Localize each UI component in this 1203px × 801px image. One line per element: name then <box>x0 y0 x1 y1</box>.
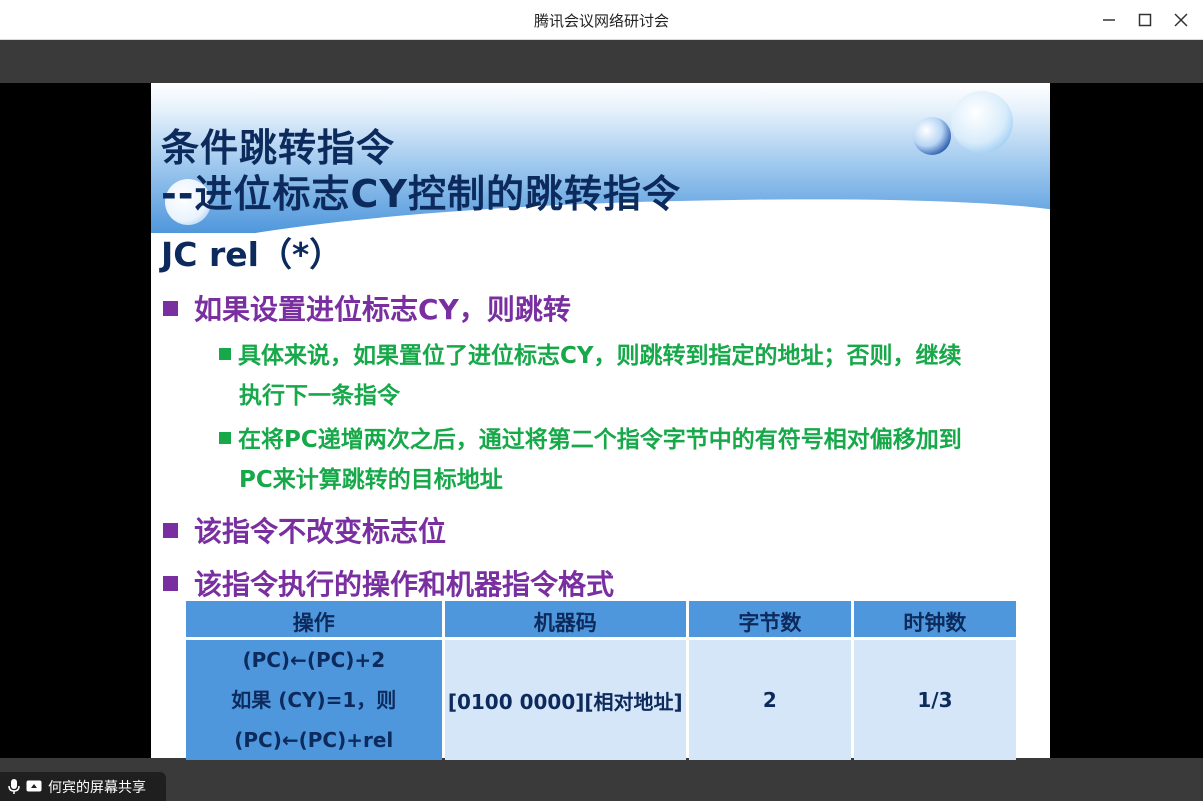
table-row: (PC)←(PC)+2 如果 (CY)=1，则 (PC)←(PC)+rel [0… <box>186 637 1016 760</box>
decor-moon-icon <box>913 117 951 155</box>
bullet-square-icon <box>163 300 178 316</box>
decor-bubble-icon <box>951 91 1013 153</box>
minimize-button[interactable] <box>1092 6 1126 34</box>
table-header: 机器码 <box>444 601 686 637</box>
slide-subtitle: --进位标志CY控制的跳转指令 <box>161 172 681 216</box>
table-cell-bytes: 2 <box>688 637 851 760</box>
table-cell-clocks: 1/3 <box>853 637 1016 760</box>
sub-bullet-line: PC来计算跳转的目标地址 <box>239 467 503 493</box>
maximize-button[interactable] <box>1128 6 1162 34</box>
screen-share-indicator[interactable]: 何宾的屏幕共享 <box>0 772 166 801</box>
top-strip <box>0 40 1203 83</box>
operation-line: (PC)←(PC)+2 <box>242 648 386 672</box>
window-title: 腾讯会议网络研讨会 <box>533 12 669 30</box>
sub-bullet-square-icon <box>219 348 231 360</box>
instruction-heading: JC rel（*） <box>161 235 343 274</box>
table-header: 时钟数 <box>853 601 1016 637</box>
bullet-item: 该指令不改变标志位 <box>163 510 446 550</box>
instruction-format-table: 操作 机器码 字节数 时钟数 (PC)←(PC)+2 如果 (CY)=1，则 (… <box>183 601 1019 760</box>
table-cell-machine-code: [0100 0000][相对地址] <box>444 637 686 760</box>
bullet-text: 该指令执行的操作和机器指令格式 <box>194 568 615 601</box>
window-title-bar: 腾讯会议网络研讨会 <box>0 0 1203 40</box>
sub-bullet-line: 执行下一条指令 <box>239 383 400 409</box>
sub-bullet-line: 在将PC递增两次之后，通过将第二个指令字节中的有符号相对偏移加到 <box>238 427 962 453</box>
microphone-icon <box>8 778 20 794</box>
table-header-row: 操作 机器码 字节数 时钟数 <box>186 601 1016 637</box>
operation-line: 如果 (CY)=1，则 <box>231 688 397 712</box>
sub-bullet-line: 具体来说，如果置位了进位标志CY，则跳转到指定的地址；否则，继续 <box>238 343 962 369</box>
bullet-square-icon <box>163 522 178 538</box>
bottom-strip <box>0 758 1203 801</box>
sub-bullet-square-icon <box>219 432 231 444</box>
bullet-square-icon <box>163 575 178 591</box>
close-icon <box>1174 13 1188 27</box>
table-cell-operation: (PC)←(PC)+2 如果 (CY)=1，则 (PC)←(PC)+rel <box>186 637 442 760</box>
bullet-item: 如果设置进位标志CY，则跳转 <box>163 288 571 328</box>
close-button[interactable] <box>1164 6 1198 34</box>
sub-bullet-item: 具体来说，如果置位了进位标志CY，则跳转到指定的地址；否则，继续 执行下一条指令 <box>219 336 1049 416</box>
minimize-icon <box>1103 19 1115 21</box>
table-header: 字节数 <box>688 601 851 637</box>
sub-bullet-item: 在将PC递增两次之后，通过将第二个指令字节中的有符号相对偏移加到 PC来计算跳转… <box>219 420 1049 500</box>
operation-line: (PC)←(PC)+rel <box>234 728 394 752</box>
bullet-text: 该指令不改变标志位 <box>194 515 447 548</box>
bullet-item: 该指令执行的操作和机器指令格式 <box>163 563 614 603</box>
maximize-icon <box>1138 13 1152 27</box>
screen-share-label: 何宾的屏幕共享 <box>48 779 146 796</box>
bullet-text: 如果设置进位标志CY，则跳转 <box>194 293 571 326</box>
screen-share-icon <box>26 780 42 791</box>
table-header: 操作 <box>186 601 442 637</box>
